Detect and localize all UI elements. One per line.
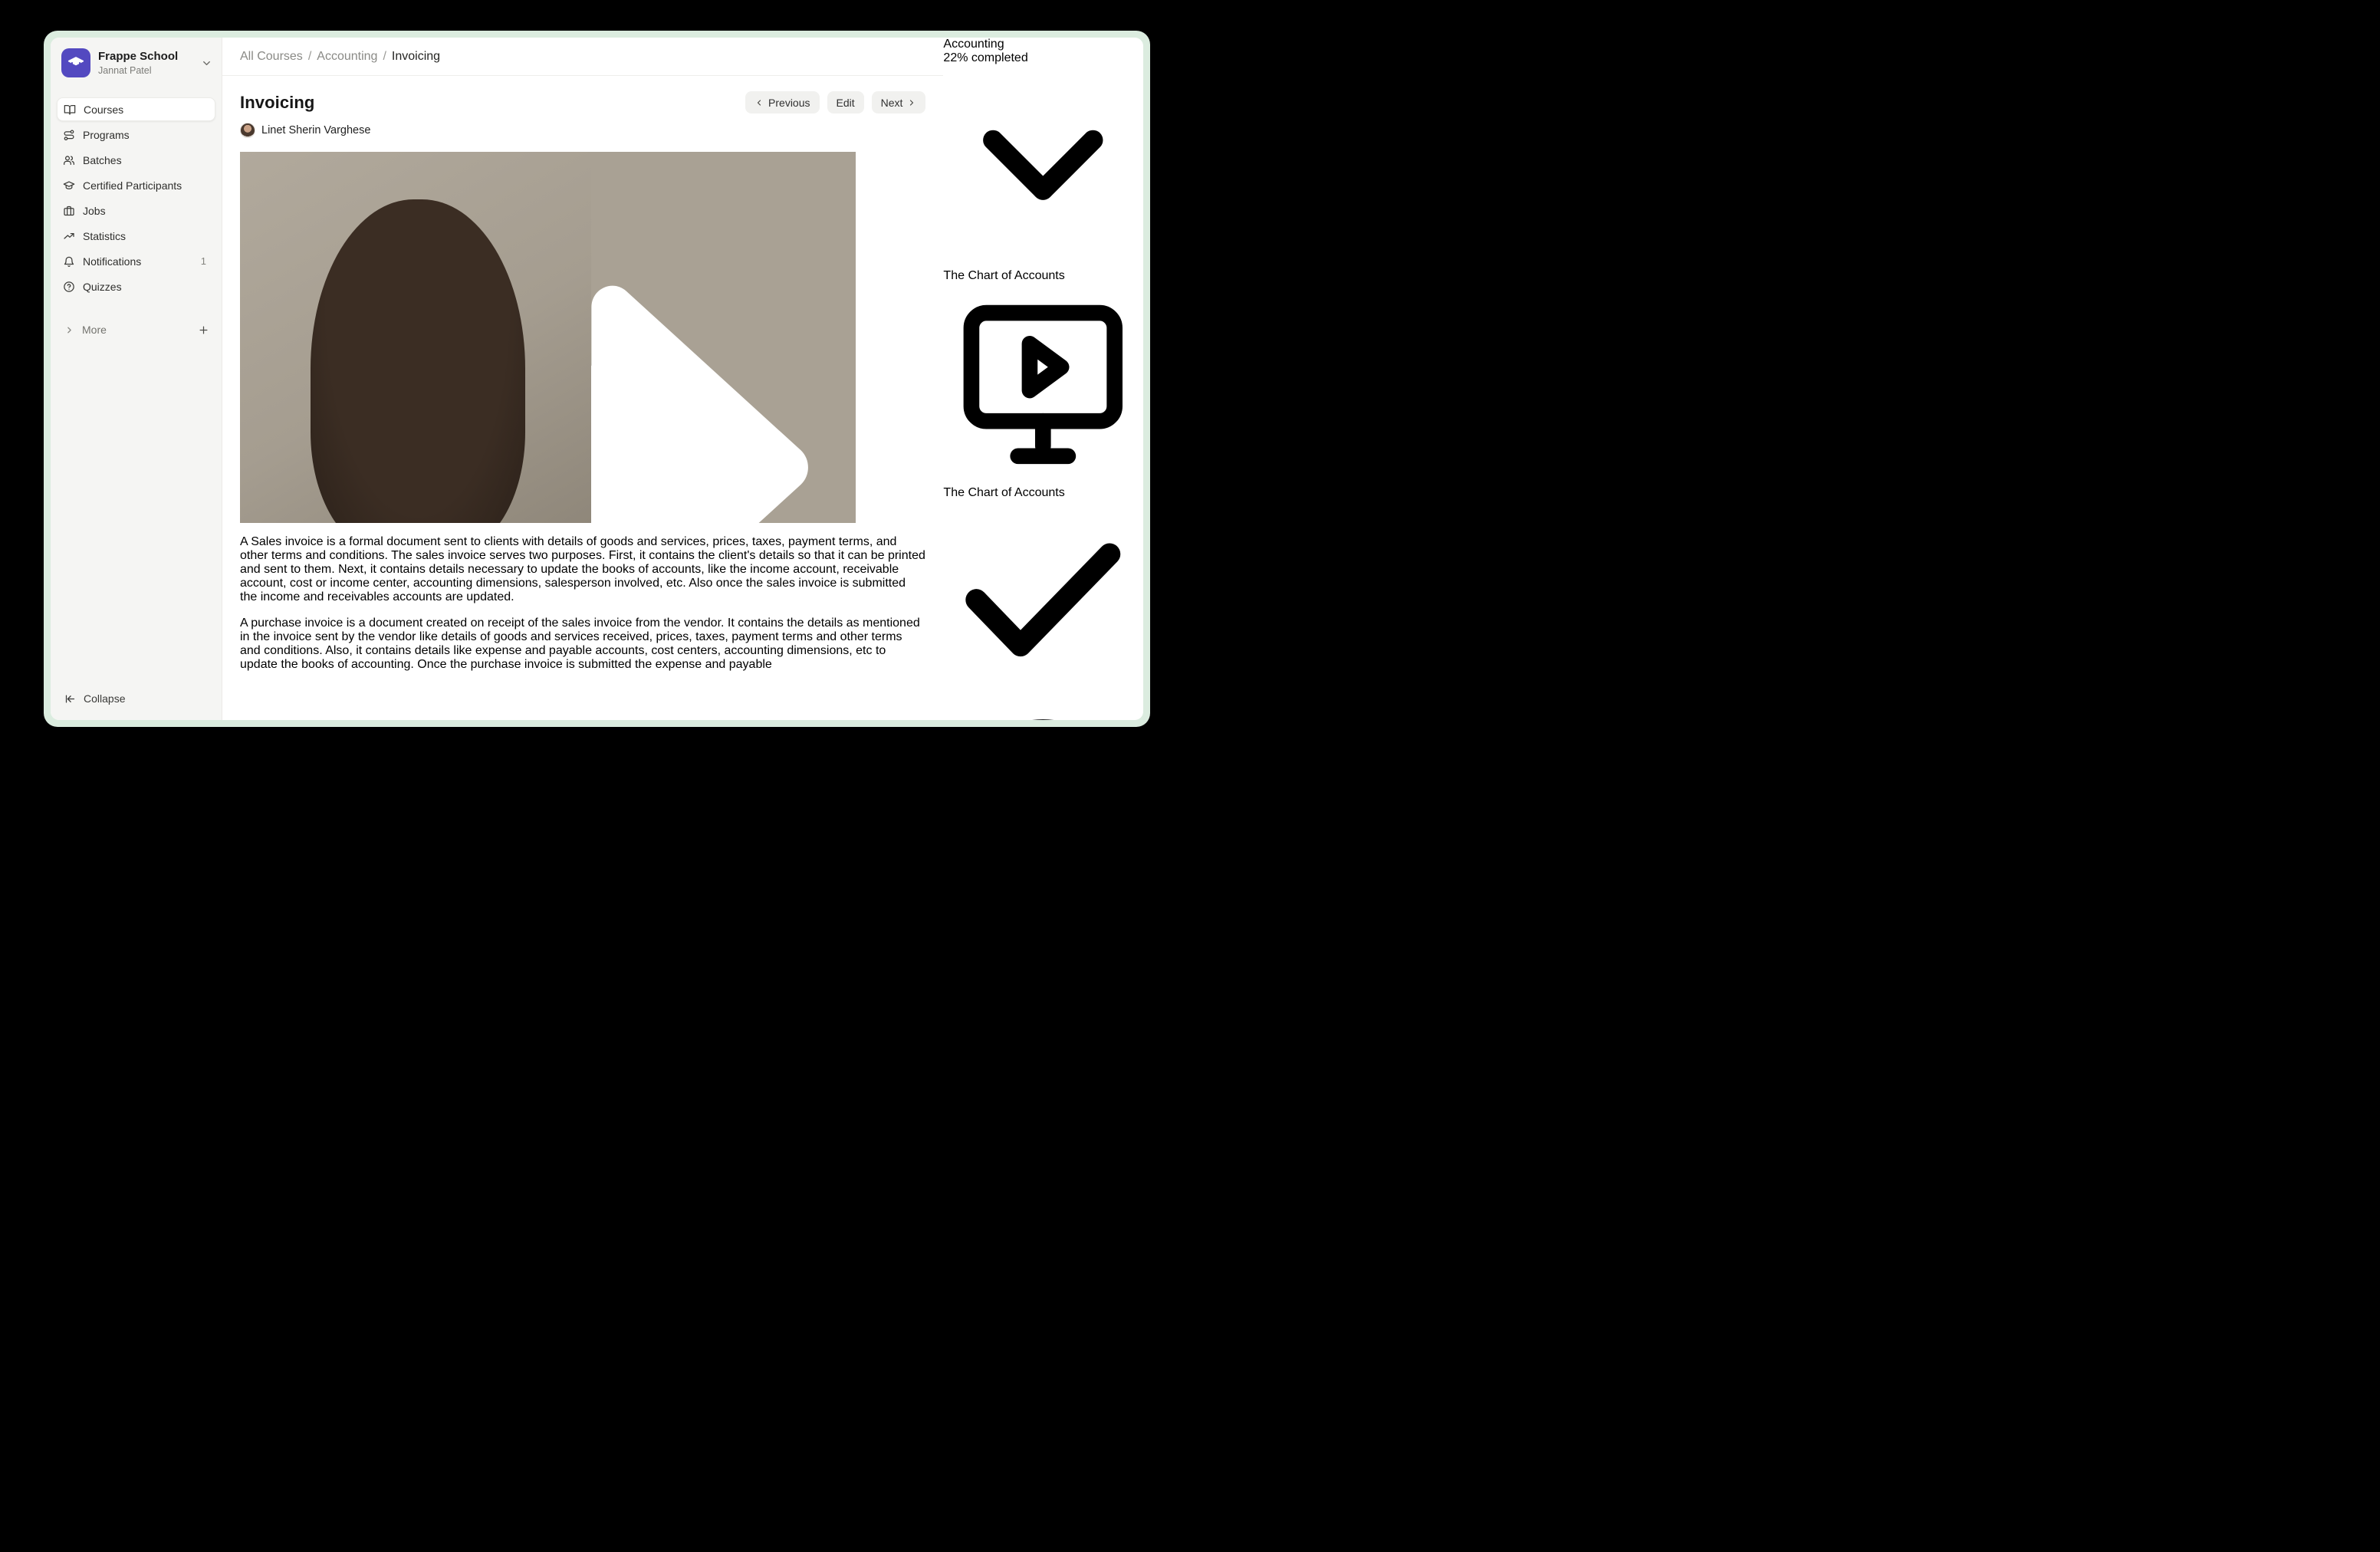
course-outline-sidebar: Accounting 22% completed The Chart of Ac…	[943, 38, 1143, 720]
chevron-right-icon	[907, 98, 916, 107]
sidebar-item-label: Programs	[83, 129, 130, 141]
breadcrumb-bar: All Courses / Accounting / Invoicing	[222, 38, 943, 76]
lesson-body: Invoicing Previous Edit Next	[222, 76, 943, 720]
lesson-text: A Sales invoice is a formal document sen…	[240, 535, 925, 672]
chevron-left-icon	[754, 98, 764, 107]
previous-button[interactable]: Previous	[745, 91, 819, 113]
outline-item-label: The Chart of Accounts	[943, 486, 1064, 499]
sidebar-item-label: Statistics	[83, 230, 126, 242]
chapter-the-chart-of-accounts: The Chart of Accounts The Chart of Accoun…	[943, 65, 1143, 720]
book-open-icon	[64, 104, 76, 116]
previous-label: Previous	[768, 97, 810, 109]
video-thumbnail-person	[240, 152, 591, 523]
users-icon	[63, 154, 75, 166]
breadcrumb-all-courses[interactable]: All Courses	[240, 50, 303, 64]
school-user-name: Jannat Patel	[98, 64, 193, 77]
breadcrumb-course[interactable]: Accounting	[317, 50, 377, 64]
outline-quiz-chart-of-accounts-quiz[interactable]: Chart of Accounts Quiz	[943, 704, 1143, 720]
outline-header: Accounting 22% completed	[943, 38, 1143, 65]
chapter-title: The Chart of Accounts	[943, 269, 1064, 282]
breadcrumb-separator: /	[383, 50, 386, 64]
sidebar-item-courses[interactable]: Courses	[57, 97, 215, 121]
progress-label: 22% completed	[943, 51, 1143, 65]
lesson-paragraph: A purchase invoice is a document created…	[240, 617, 925, 672]
programs-route-icon	[63, 129, 75, 141]
edit-button[interactable]: Edit	[827, 91, 864, 113]
course-title: Accounting	[943, 38, 1143, 51]
app-window-frame: Frappe School Jannat Patel Courses Progra…	[44, 31, 1150, 727]
notification-count-badge: 1	[201, 255, 209, 267]
add-button[interactable]	[198, 324, 209, 336]
sidebar-item-label: Certified Participants	[83, 179, 182, 192]
breadcrumb: All Courses / Accounting / Invoicing	[240, 50, 440, 64]
frappe-school-logo-icon	[61, 48, 90, 77]
help-circle-icon	[63, 281, 75, 293]
chevron-down-icon	[943, 255, 1143, 268]
school-name: Frappe School	[98, 50, 193, 64]
briefcase-icon	[63, 205, 75, 217]
sidebar-item-quizzes[interactable]: Quizzes	[57, 275, 215, 298]
edit-label: Edit	[837, 97, 855, 109]
bell-icon	[63, 255, 75, 268]
lesson-video-player[interactable]: Accounting Dimensions Frappe F Invoicing	[240, 152, 856, 523]
sidebar-item-label: Batches	[83, 154, 122, 166]
main-content: All Courses / Accounting / Invoicing Inv…	[222, 38, 943, 720]
collapse-icon	[64, 693, 76, 705]
outline-list: The Chart of Accounts The Chart of Accoun…	[943, 65, 1143, 720]
check-icon	[943, 690, 1143, 703]
collapse-sidebar-button[interactable]: Collapse	[51, 692, 222, 720]
chevron-right-icon	[64, 325, 74, 335]
collapse-label: Collapse	[84, 692, 125, 705]
school-switcher[interactable]: Frappe School Jannat Patel	[51, 38, 222, 87]
left-sidebar: Frappe School Jannat Patel Courses Progra…	[51, 38, 222, 720]
sidebar-item-certified-participants[interactable]: Certified Participants	[57, 173, 215, 197]
sidebar-item-more[interactable]: More	[51, 318, 222, 341]
breadcrumb-separator: /	[308, 50, 311, 64]
sidebar-item-batches[interactable]: Batches	[57, 148, 215, 172]
sidebar-item-label: Jobs	[83, 205, 106, 217]
sidebar-item-programs[interactable]: Programs	[57, 123, 215, 146]
sidebar-item-jobs[interactable]: Jobs	[57, 199, 215, 222]
sidebar-item-label: Courses	[84, 104, 123, 116]
app-window: Frappe School Jannat Patel Courses Progra…	[51, 38, 1143, 720]
breadcrumb-current: Invoicing	[392, 50, 440, 64]
next-button[interactable]: Next	[872, 91, 926, 113]
more-label: More	[82, 324, 107, 336]
outline-lesson-the-chart-of-accounts[interactable]: The Chart of Accounts	[943, 283, 1143, 704]
author-avatar	[240, 123, 255, 138]
sidebar-item-statistics[interactable]: Statistics	[57, 224, 215, 248]
graduation-cap-icon	[63, 179, 75, 192]
sidebar-item-label: Notifications	[83, 255, 141, 268]
trending-up-icon	[63, 230, 75, 242]
chevron-down-icon	[201, 58, 212, 69]
author-row: Linet Sherin Varghese	[240, 123, 925, 138]
lesson-paragraph: A Sales invoice is a formal document sen…	[240, 535, 925, 604]
page-title: Invoicing	[240, 93, 314, 113]
sidebar-item-label: Quizzes	[83, 281, 122, 293]
next-label: Next	[881, 97, 903, 109]
chapter-header-the-chart-of-accounts[interactable]: The Chart of Accounts	[943, 65, 1143, 283]
author-name: Linet Sherin Varghese	[261, 124, 370, 136]
lesson-video-icon	[943, 472, 1143, 485]
sidebar-nav: Courses Programs Batches Certified Particip…	[51, 97, 222, 298]
sidebar-item-notifications[interactable]: Notifications 1	[57, 249, 215, 273]
